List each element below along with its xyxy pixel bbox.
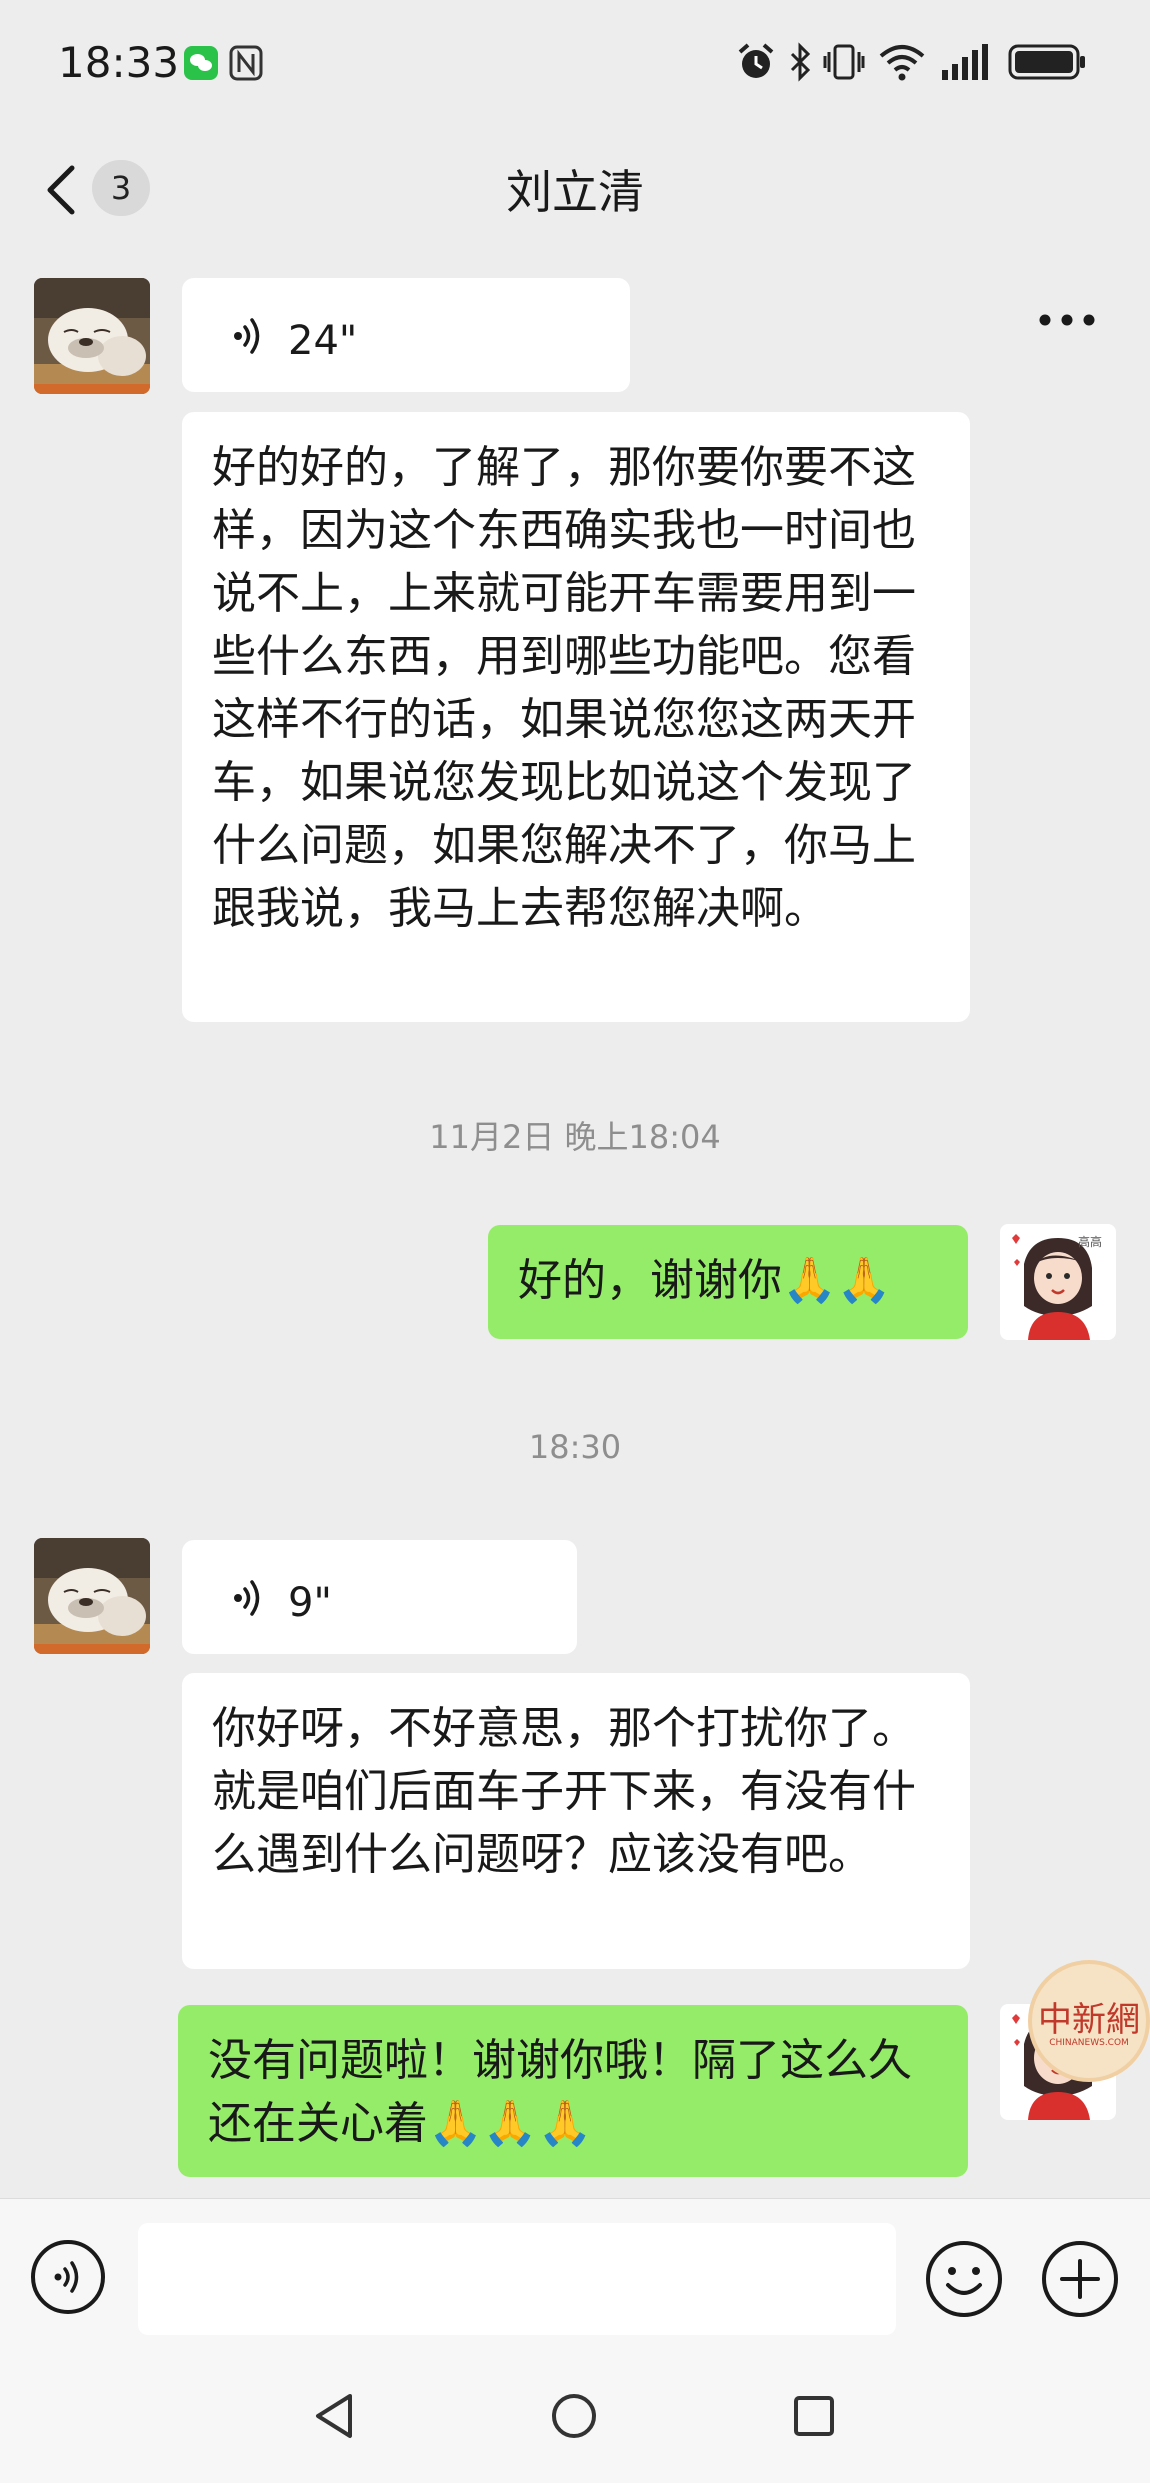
incoming-text-bubble[interactable]: 好的好的，了解了，那你要你要不这样，因为这个东西确实我也一时间也说不上，上来就可… [182,412,970,1022]
voice-duration: 9" [288,1580,332,1626]
chat-screen: 18:33 3 刘立清 24" 好的好的，了解了，那你要你要不这样，因为这个东西… [0,0,1150,2483]
plus-icon[interactable] [1040,2239,1120,2319]
system-nav-bar [0,2348,1150,2483]
voice-message-bubble[interactable]: 24" [182,278,630,392]
my-avatar[interactable]: 高高 [1000,1224,1116,1340]
battery-icon [1008,44,1085,80]
status-time: 18:33 [58,38,180,87]
incoming-text-bubble[interactable]: 你好呀，不好意思，那个打扰你了。就是咱们后面车子开下来，有没有什么遇到什么问题呀… [182,1673,970,1969]
timestamp: 18:30 [528,1428,622,1466]
message-input[interactable] [138,2223,896,2335]
message-text: 你好呀，不好意思，那个打扰你了。就是咱们后面车子开下来，有没有什么遇到什么问题呀… [212,1703,916,1880]
emoji-icon[interactable] [924,2239,1004,2319]
message-text: 好的，谢谢你🙏🙏 [518,1255,892,1306]
watermark-subtext: CHINANEWS.COM [1049,2038,1129,2048]
signal-icon [942,44,988,80]
nav-back-icon[interactable] [312,2392,356,2440]
voice-duration: 24" [288,318,358,364]
voice-wave-icon [234,1580,260,1616]
outgoing-text-bubble[interactable]: 没有问题啦！谢谢你哦！隔了这么久还在关心着🙏🙏🙏 [178,2005,968,2177]
wechat-notification-icon [184,46,218,80]
watermark-text: 中新網 [1038,2000,1140,2040]
chinanews-watermark: 中新網 CHINANEWS.COM [1028,1960,1150,2082]
svg-text:高高: 高高 [1078,1234,1102,1249]
nav-home-icon[interactable] [550,2392,598,2440]
timestamp: 11月2日 晚上18:04 [429,1118,721,1156]
vibrate-icon [823,44,865,80]
status-icons [730,0,1150,130]
message-text: 没有问题啦！谢谢你哦！隔了这么久还在关心着🙏🙏🙏 [208,2035,912,2149]
status-bar: 18:33 [0,0,1150,130]
contact-avatar[interactable] [34,278,150,394]
input-bar [0,2198,1150,2348]
message-text: 好的好的，了解了，那你要你要不这样，因为这个东西确实我也一时间也说不上，上来就可… [212,442,916,934]
nfc-icon [229,45,263,81]
alarm-icon [738,43,774,78]
chat-title: 刘立清 [506,165,644,219]
outgoing-text-bubble[interactable]: 好的，谢谢你🙏🙏 [488,1225,968,1339]
bluetooth-icon [790,42,811,82]
nav-recents-icon[interactable] [792,2392,836,2440]
more-dots-icon[interactable] [1038,313,1096,327]
wifi-icon [879,45,925,81]
voice-input-icon[interactable] [30,2239,106,2315]
contact-avatar[interactable] [34,1538,150,1654]
voice-wave-icon [234,318,260,354]
voice-message-bubble[interactable]: 9" [182,1540,577,1654]
